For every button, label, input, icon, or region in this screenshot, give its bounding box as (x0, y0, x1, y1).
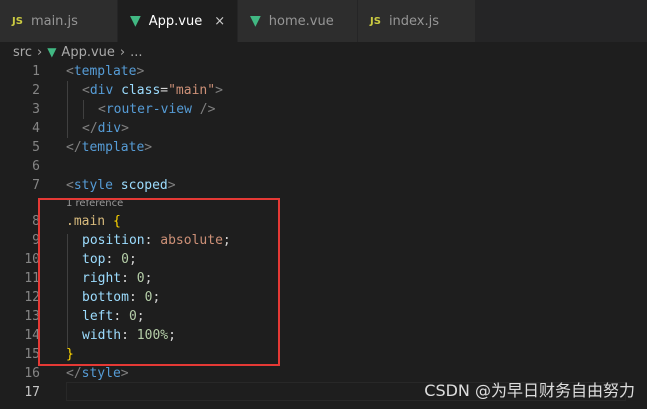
code-editor[interactable]: 1 <template> 2 <div class="main"> 3 <rou… (0, 62, 647, 409)
breadcrumb-file[interactable]: App.vue (61, 45, 114, 60)
line-number: 3 (32, 102, 40, 117)
line-number: 9 (32, 233, 40, 248)
code-line: 5 </template> (0, 138, 647, 157)
javascript-icon: JS (370, 15, 381, 27)
vue-icon: ▼ (250, 13, 261, 29)
vue-icon: ▼ (130, 13, 141, 29)
chevron-right-icon: › (36, 44, 43, 60)
line-number: 5 (32, 140, 40, 155)
tab-main-js[interactable]: JS main.js (0, 0, 118, 42)
close-icon[interactable]: × (214, 14, 225, 29)
line-number: 10 (24, 252, 40, 267)
javascript-icon: JS (12, 15, 23, 27)
tab-home-vue[interactable]: ▼ home.vue (238, 0, 358, 42)
line-number: 13 (24, 309, 40, 324)
breadcrumb-more[interactable]: ... (130, 45, 142, 60)
line-content: <template> (66, 64, 145, 79)
line-number: 16 (24, 366, 40, 381)
code-line: 1 <template> (0, 62, 647, 81)
line-number: 17 (24, 385, 40, 400)
tab-label: index.js (388, 13, 440, 29)
highlight-annotation-box (38, 198, 280, 366)
tab-index-js[interactable]: JS index.js (358, 0, 476, 42)
watermark: CSDN @为早日财务自由努力 (424, 381, 635, 400)
line-content: </style> (66, 366, 129, 381)
tab-app-vue[interactable]: ▼ App.vue × (118, 0, 238, 42)
code-line: 4 </div> (0, 119, 647, 138)
line-number: 8 (32, 214, 40, 229)
breadcrumb-folder[interactable]: src (13, 45, 32, 60)
code-line: 7 <style scoped> (0, 176, 647, 195)
line-content: <style scoped> (66, 178, 176, 193)
code-line: 6 (0, 157, 647, 176)
code-line: 2 <div class="main"> (0, 81, 647, 100)
line-number: 4 (32, 121, 40, 136)
vue-icon: ▼ (47, 45, 57, 59)
line-number: 14 (24, 328, 40, 343)
line-content: <router-view /> (98, 102, 216, 117)
line-number: 2 (32, 83, 40, 98)
tab-label: main.js (30, 13, 78, 29)
tab-label: App.vue (148, 13, 203, 29)
line-number: 1 (32, 64, 40, 79)
chevron-right-icon: › (119, 44, 126, 60)
code-line: 3 <router-view /> (0, 100, 647, 119)
line-number: 12 (24, 290, 40, 305)
line-content: </div> (82, 121, 129, 136)
tab-bar: JS main.js ▼ App.vue × ▼ home.vue JS ind… (0, 0, 647, 42)
line-number: 6 (32, 159, 40, 174)
breadcrumb: src › ▼ App.vue › ... (0, 42, 647, 62)
line-number: 11 (24, 271, 40, 286)
line-number: 7 (32, 178, 40, 193)
line-number: 15 (24, 347, 40, 362)
line-content: <div class="main"> (82, 83, 223, 98)
tab-label: home.vue (268, 13, 334, 29)
line-content: </template> (66, 140, 153, 155)
